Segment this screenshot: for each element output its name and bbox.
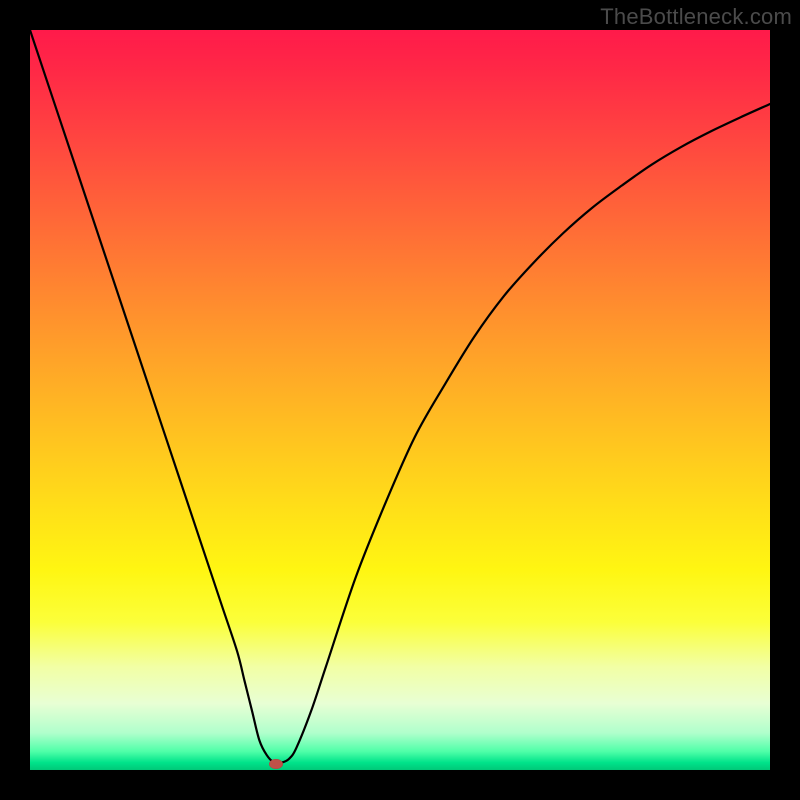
optimal-point-marker: [269, 759, 283, 769]
curve-path: [30, 30, 770, 763]
bottleneck-curve: [30, 30, 770, 770]
plot-area: [30, 30, 770, 770]
chart-frame: TheBottleneck.com: [0, 0, 800, 800]
watermark-text: TheBottleneck.com: [600, 4, 792, 30]
